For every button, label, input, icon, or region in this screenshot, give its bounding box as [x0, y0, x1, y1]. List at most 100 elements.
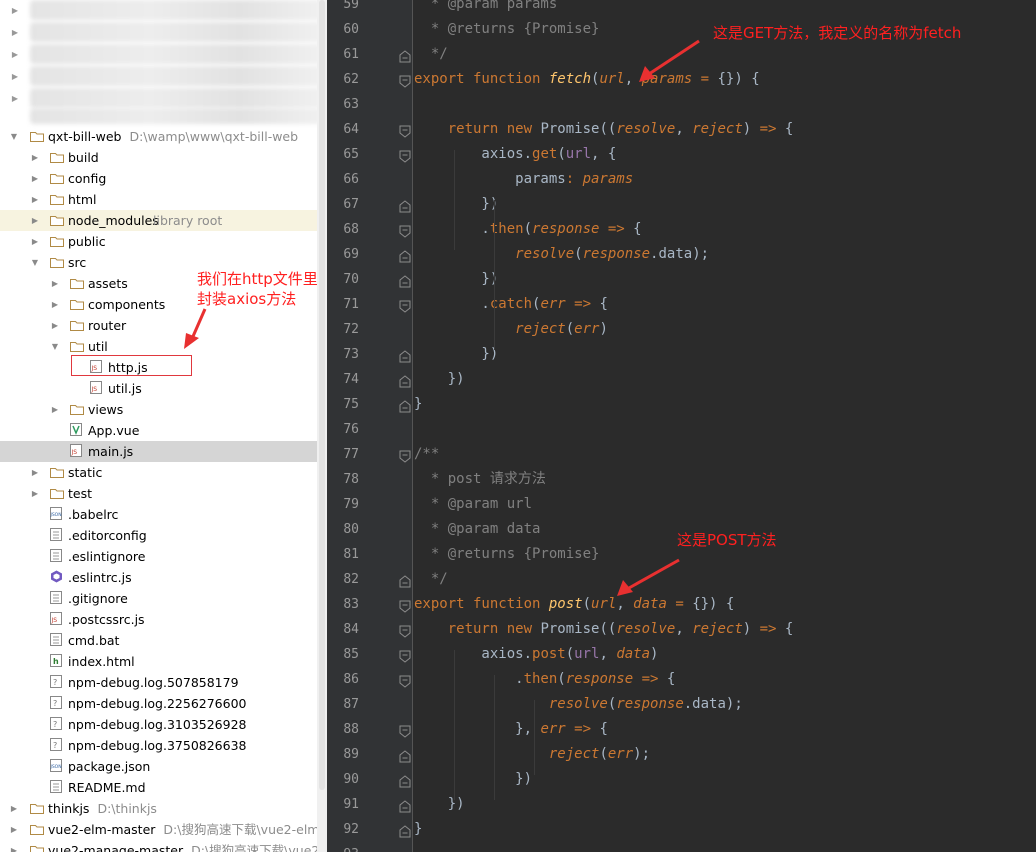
code-line[interactable]: * @returns {Promise}	[414, 542, 600, 567]
chevron-right-icon[interactable]: ▶	[9, 798, 19, 819]
tree-item-util-js[interactable]: JS util.js	[0, 378, 317, 399]
chevron-right-icon[interactable]: ▶	[9, 840, 19, 852]
tree-item-router[interactable]: ▶ router	[0, 315, 317, 336]
code-line[interactable]: /**	[414, 442, 439, 467]
fold-marker-icon[interactable]	[399, 823, 411, 838]
code-line[interactable]: axios.get(url, {	[414, 142, 616, 167]
chevron-right-icon[interactable]: ▶	[50, 399, 60, 420]
chevron-right-icon[interactable]: ▶	[50, 273, 60, 294]
code-line[interactable]: })	[414, 767, 532, 792]
fold-marker-icon[interactable]	[399, 373, 411, 388]
fold-marker-icon[interactable]	[399, 123, 411, 138]
code-line[interactable]: })	[414, 342, 498, 367]
code-line[interactable]: * @param params	[414, 0, 557, 17]
chevron-right-icon[interactable]: ▶	[50, 294, 60, 315]
code-editor[interactable]: 59 60 61 62 63 64 65 66 67 68 69 70 71 72 73 74 75 76 77 78…	[327, 0, 1036, 852]
fold-marker-icon[interactable]	[399, 73, 411, 88]
tree-project-vue2-manage-master[interactable]: ▶ vue2-manage-master D:\搜狗高速下载\vue2-	[0, 840, 324, 852]
tree-item-html[interactable]: ▶ html	[0, 189, 317, 210]
fold-marker-icon[interactable]	[399, 248, 411, 263]
chevron-down-icon[interactable]: ▼	[30, 252, 40, 273]
code-line[interactable]: reject(err)	[414, 317, 608, 342]
chevron-right-icon[interactable]: ▶	[30, 462, 40, 483]
fold-marker-icon[interactable]	[399, 298, 411, 313]
code-line[interactable]: reject(err);	[414, 742, 650, 767]
code-line[interactable]: resolve(response.data);	[414, 242, 709, 267]
tree-project-thinkjs[interactable]: ▶ thinkjs D:\thinkjs	[0, 798, 317, 819]
tree-item-package-json[interactable]: JSON package.json	[0, 756, 317, 777]
code-line[interactable]: .catch(err => {	[414, 292, 607, 317]
tree-item-eslintrc-js[interactable]: .eslintrc.js	[0, 567, 317, 588]
fold-marker-icon[interactable]	[399, 773, 411, 788]
code-line[interactable]: })	[414, 792, 465, 817]
code-line[interactable]: })	[414, 367, 465, 392]
code-line[interactable]: }	[414, 392, 422, 417]
chevron-down-icon[interactable]: ▼	[50, 336, 60, 357]
tree-item-views[interactable]: ▶ views	[0, 399, 317, 420]
tree-item-config[interactable]: ▶ config	[0, 168, 317, 189]
fold-marker-icon[interactable]	[399, 198, 411, 213]
fold-marker-icon[interactable]	[399, 673, 411, 688]
tree-item-index-html[interactable]: h index.html	[0, 651, 317, 672]
code-line[interactable]: }, err => {	[414, 717, 608, 742]
fold-marker-icon[interactable]	[399, 573, 411, 588]
chevron-right-icon[interactable]: ▶	[30, 231, 40, 252]
chevron-right-icon[interactable]: ▶	[30, 147, 40, 168]
chevron-down-icon[interactable]: ▼	[9, 126, 19, 147]
tree-item-util[interactable]: ▼ util	[0, 336, 317, 357]
code-line[interactable]: return new Promise((resolve, reject) => …	[414, 617, 794, 642]
code-line[interactable]: */	[414, 567, 448, 592]
fold-marker-icon[interactable]	[399, 598, 411, 613]
fold-marker-icon[interactable]	[399, 798, 411, 813]
chevron-right-icon[interactable]: ▶	[10, 66, 20, 87]
code-line[interactable]: })	[414, 192, 498, 217]
fold-marker-icon[interactable]	[399, 648, 411, 663]
fold-marker-icon[interactable]	[399, 148, 411, 163]
tree-item-node-modules[interactable]: ▶ node_modules library root	[0, 210, 317, 231]
chevron-right-icon[interactable]: ▶	[9, 819, 19, 840]
tree-item-readme-md[interactable]: README.md	[0, 777, 317, 798]
tree-item-cmd-bat[interactable]: cmd.bat	[0, 630, 317, 651]
fold-marker-icon[interactable]	[399, 273, 411, 288]
chevron-right-icon[interactable]: ▶	[30, 210, 40, 231]
chevron-right-icon[interactable]: ▶	[50, 315, 60, 336]
tree-item-static[interactable]: ▶ static	[0, 462, 317, 483]
chevron-right-icon[interactable]: ▶	[30, 483, 40, 504]
tree-item-postcssrc-js[interactable]: JS .postcssrc.js	[0, 609, 317, 630]
fold-marker-icon[interactable]	[399, 398, 411, 413]
tree-item-npm-debug-log-3103526928[interactable]: ? npm-debug.log.3103526928	[0, 714, 317, 735]
code-line[interactable]: * post 请求方法	[414, 467, 546, 492]
fold-marker-icon[interactable]	[399, 723, 411, 738]
fold-marker-icon[interactable]	[399, 48, 411, 63]
code-line[interactable]: export function fetch(url, params = {}) …	[414, 67, 760, 92]
tree-item-build[interactable]: ▶ build	[0, 147, 317, 168]
tree-item-babelrc[interactable]: JSON .babelrc	[0, 504, 317, 525]
tree-item-eslintignore[interactable]: .eslintignore	[0, 546, 317, 567]
fold-marker-icon[interactable]	[399, 448, 411, 463]
tree-item-test[interactable]: ▶ test	[0, 483, 317, 504]
code-line[interactable]: axios.post(url, data)	[414, 642, 658, 667]
tree-item-editorconfig[interactable]: .editorconfig	[0, 525, 317, 546]
tree-item-npm-debug-log-2256276600[interactable]: ? npm-debug.log.2256276600	[0, 693, 317, 714]
tree-scrollbar[interactable]	[317, 0, 327, 852]
code-line[interactable]: params: params	[414, 167, 633, 192]
tree-item-app-vue[interactable]: App.vue	[0, 420, 317, 441]
code-line[interactable]: return new Promise((resolve, reject) => …	[414, 117, 794, 142]
code-line[interactable]: })	[414, 267, 498, 292]
chevron-right-icon[interactable]: ▶	[30, 189, 40, 210]
fold-marker-icon[interactable]	[399, 348, 411, 363]
tree-item-npm-debug-log-3750826638[interactable]: ? npm-debug.log.3750826638	[0, 735, 317, 756]
tree-row-project-root[interactable]: ▼ qxt-bill-web D:\wamp\www\qxt-bill-web	[0, 126, 317, 147]
fold-marker-icon[interactable]	[399, 223, 411, 238]
code-line[interactable]: .then(response => {	[414, 217, 641, 242]
tree-item-public[interactable]: ▶ public	[0, 231, 317, 252]
chevron-right-icon[interactable]: ▶	[10, 88, 20, 109]
tree-item-npm-debug-log-507858179[interactable]: ? npm-debug.log.507858179	[0, 672, 317, 693]
code-line[interactable]: resolve(response.data);	[414, 692, 743, 717]
chevron-right-icon[interactable]: ▶	[10, 0, 20, 21]
chevron-right-icon[interactable]: ▶	[30, 168, 40, 189]
chevron-right-icon[interactable]: ▶	[10, 22, 20, 43]
code-line[interactable]: */	[414, 42, 448, 67]
code-line[interactable]: * @param data	[414, 517, 541, 542]
code-line[interactable]: * @param url	[414, 492, 532, 517]
